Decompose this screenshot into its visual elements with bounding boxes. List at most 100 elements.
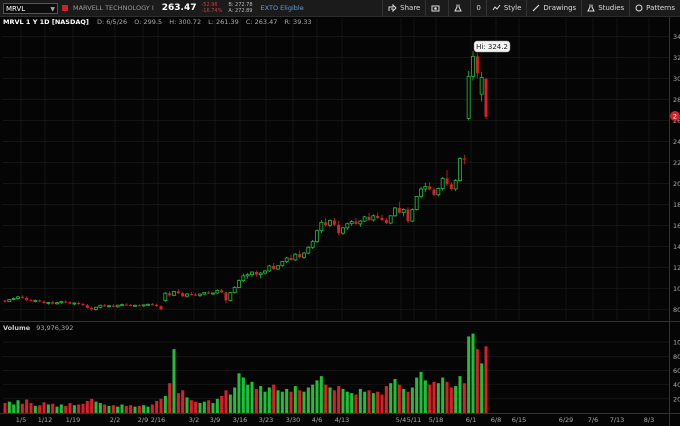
volume-bar bbox=[397, 384, 401, 413]
volume-bar bbox=[189, 400, 193, 413]
volume-bar bbox=[237, 373, 241, 413]
volume-bar bbox=[458, 376, 462, 413]
candle-body bbox=[155, 304, 159, 307]
volume-bar bbox=[246, 384, 250, 413]
candle-body bbox=[328, 220, 332, 226]
symbol-input[interactable]: MRVL ▼ bbox=[3, 2, 58, 15]
volume-bar bbox=[410, 387, 414, 413]
patterns-label: Patterns bbox=[646, 4, 675, 12]
toolbar-actions: Share 0 Style Drawings Studies Patterns bbox=[382, 0, 680, 16]
info-range: R: 39.33 bbox=[284, 18, 312, 26]
volume-bar bbox=[328, 387, 332, 413]
volume-bar bbox=[150, 404, 154, 413]
candle-body bbox=[189, 294, 193, 296]
candle-body bbox=[207, 292, 211, 294]
studies-label: Studies bbox=[598, 4, 625, 12]
flask-icon bbox=[454, 4, 463, 12]
volume-bars bbox=[3, 333, 488, 413]
patterns-button[interactable]: Patterns bbox=[629, 0, 680, 16]
candle-body bbox=[85, 305, 89, 308]
volume-bar bbox=[198, 403, 202, 413]
volume-bar bbox=[20, 403, 24, 413]
alert-square-icon[interactable] bbox=[62, 5, 68, 11]
volume-bar bbox=[120, 404, 124, 413]
candle-body bbox=[401, 209, 406, 214]
candle-body bbox=[484, 78, 488, 117]
candle-body bbox=[146, 303, 150, 306]
candle-body bbox=[25, 297, 29, 301]
volume-bar bbox=[315, 380, 319, 413]
volume-bar bbox=[402, 388, 406, 413]
candle-body bbox=[358, 220, 363, 225]
price-change: -52.96 -16.74% bbox=[201, 2, 222, 14]
price-tick-label: 240 bbox=[673, 138, 680, 146]
volume-bar bbox=[358, 388, 362, 413]
drawings-button[interactable]: Drawings bbox=[526, 0, 581, 16]
candle-body bbox=[64, 301, 68, 303]
x-tick-label: 4/6 bbox=[312, 416, 322, 424]
volume-bar bbox=[168, 383, 172, 413]
volume-bar bbox=[68, 403, 72, 413]
volume-tick-label: 60 bbox=[673, 367, 680, 375]
candle-body bbox=[3, 300, 7, 302]
grid-lines bbox=[3, 18, 669, 400]
candle-body bbox=[466, 75, 471, 119]
volume-bar bbox=[207, 400, 211, 413]
volume-bar bbox=[7, 401, 11, 413]
candle-body bbox=[176, 291, 180, 294]
volume-bar bbox=[449, 387, 453, 413]
volume-bar bbox=[211, 403, 215, 413]
x-tick-label: 1/12 bbox=[38, 416, 53, 424]
candle-body bbox=[194, 294, 198, 296]
candle-body bbox=[362, 216, 367, 222]
volume-bar bbox=[462, 383, 466, 413]
volume-bar bbox=[285, 388, 289, 413]
symbol-value: MRVL bbox=[6, 4, 26, 13]
candle-body bbox=[20, 296, 24, 298]
candle-body bbox=[306, 246, 311, 254]
candle-body bbox=[159, 306, 163, 310]
candle-body bbox=[42, 301, 46, 303]
x-tick-label: 7/6 bbox=[588, 416, 598, 424]
candle-body bbox=[7, 299, 12, 303]
volume-tick-label: 80 bbox=[673, 353, 680, 361]
candle-body bbox=[479, 76, 484, 95]
snapshot-button[interactable] bbox=[425, 0, 448, 16]
candle-body bbox=[115, 304, 120, 308]
symbol-dropdown-icon[interactable]: ▼ bbox=[50, 4, 55, 15]
candle-body bbox=[254, 271, 258, 275]
candle-body bbox=[388, 215, 393, 224]
chart-canvas[interactable]: 1/5 1/12 1/19 2/2 2/9 2/16 3/2 3/9 3/16 3/23 3/30 4… bbox=[0, 0, 680, 426]
volume-bar bbox=[311, 384, 315, 413]
candle-body bbox=[324, 222, 328, 226]
camera-icon bbox=[431, 5, 440, 12]
candle-body bbox=[141, 304, 146, 307]
candle-body bbox=[90, 307, 94, 310]
x-tick-label: 6/29 bbox=[559, 416, 574, 424]
style-button[interactable]: Style bbox=[485, 0, 527, 16]
style-icon bbox=[492, 4, 501, 11]
chart-title: MRVL 1 Y 1D [NASDAQ] bbox=[3, 18, 89, 26]
studies-button[interactable]: Studies bbox=[581, 0, 629, 16]
flask-button[interactable] bbox=[448, 0, 470, 16]
share-button[interactable]: Share bbox=[382, 0, 425, 16]
volume-bar bbox=[3, 403, 7, 413]
volume-bar bbox=[432, 381, 436, 413]
volume-bar bbox=[176, 393, 180, 413]
pencil-icon bbox=[532, 4, 540, 12]
price-tick-label: 160 bbox=[673, 222, 680, 230]
svg-text:2: 2 bbox=[673, 113, 677, 121]
candle-body bbox=[284, 257, 289, 262]
volume-bar bbox=[51, 403, 55, 413]
volume-bar bbox=[64, 405, 68, 413]
volume-bar bbox=[107, 405, 111, 413]
candle-body bbox=[33, 300, 38, 302]
exto-eligible-link[interactable]: EXTO Eligible bbox=[261, 4, 304, 12]
volume-bar bbox=[428, 384, 432, 413]
candle-body bbox=[310, 241, 315, 248]
volume-bar bbox=[98, 403, 102, 413]
change-percent: -16.74% bbox=[201, 8, 223, 14]
candle-body bbox=[16, 296, 20, 299]
candle-body bbox=[129, 305, 133, 307]
zero-dropdown[interactable]: 0 bbox=[470, 0, 485, 16]
